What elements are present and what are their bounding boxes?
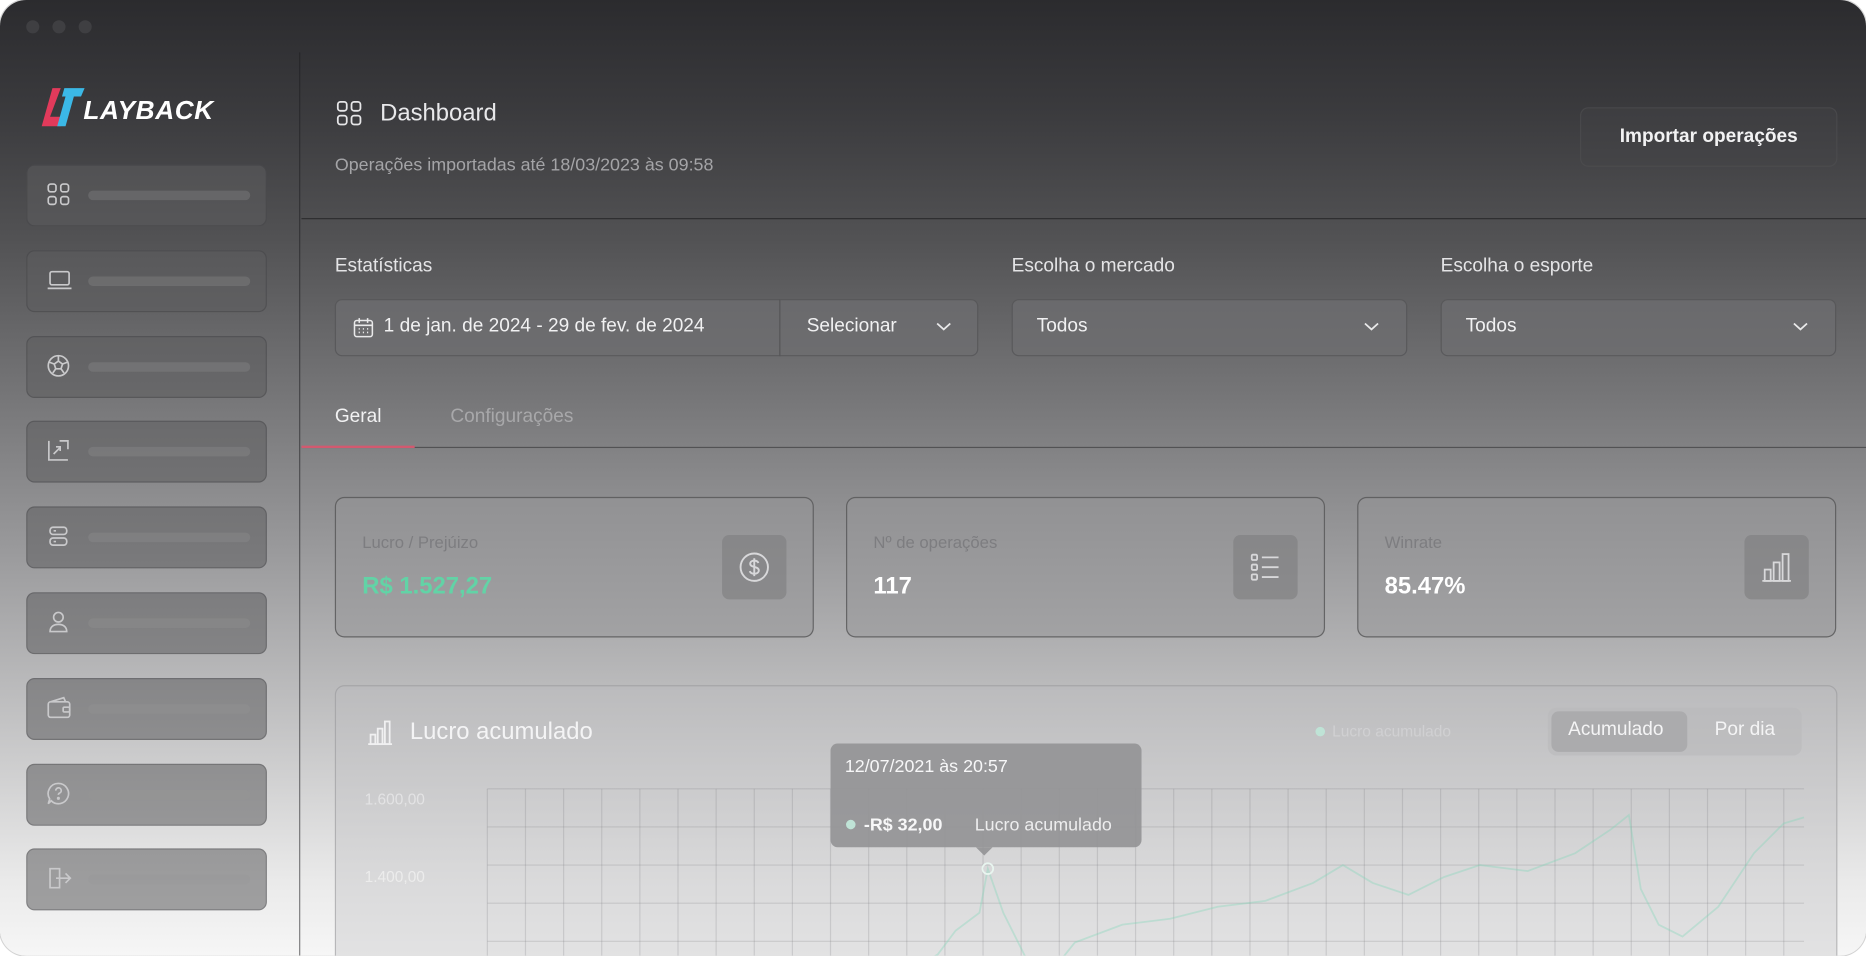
sidebar-item-profile[interactable] [26, 592, 267, 655]
wallet-icon [47, 696, 71, 719]
period-select-value: Selecionar [806, 315, 897, 337]
tooltip-date: 12/07/2021 às 20:57 [844, 756, 1008, 777]
chevron-down-icon [1793, 322, 1808, 331]
active-tab-indicator [301, 445, 415, 449]
stat-label: Nº de operações [873, 532, 998, 552]
server-icon [49, 526, 68, 546]
dashboard-grid-icon [336, 100, 362, 126]
window-minimize-dot[interactable] [52, 20, 66, 34]
date-range-value: 1 de jan. de 2024 - 29 de fev. de 2024 [383, 315, 705, 337]
sidebar: LAYBACK [0, 52, 301, 956]
sidebar-item-placeholder [88, 276, 251, 286]
tabs-divider [301, 446, 1866, 449]
sidebar-item-placeholder [88, 618, 251, 628]
calendar-icon [353, 318, 374, 338]
sidebar-item-server[interactable] [26, 506, 267, 569]
stat-icon-box [1744, 535, 1809, 600]
sidebar-item-reports[interactable] [26, 420, 267, 483]
page-title: Dashboard [380, 100, 497, 127]
header-divider [301, 218, 1866, 220]
stat-value: R$ 1.527,27 [362, 573, 493, 600]
market-select-value: Todos [1036, 315, 1088, 337]
dollar-circle-icon [739, 552, 769, 582]
stat-card-profit: Lucro / Prejúizo R$ 1.527,27 [334, 496, 814, 638]
tooltip-series-name: Lucro acumulado [974, 815, 1112, 836]
sidebar-item-wallet[interactable] [26, 678, 267, 740]
logout-icon [49, 867, 72, 889]
sidebar-item-placeholder [88, 790, 251, 800]
chevron-down-icon [1364, 322, 1379, 331]
statistics-label: Estatísticas [334, 256, 433, 277]
tooltip-value: -R$ 32,00 [863, 815, 943, 836]
sidebar-item-laptop[interactable] [26, 250, 267, 313]
chevron-down-icon [936, 322, 951, 331]
sidebar-item-placeholder [88, 362, 251, 372]
import-status: Operações importadas até 18/03/2023 às 0… [334, 154, 714, 176]
sidebar-item-help[interactable] [26, 763, 267, 826]
stat-label: Winrate [1384, 532, 1443, 552]
tab-general[interactable]: Geral [335, 406, 382, 427]
trending-chart-icon [48, 440, 69, 461]
y-tick-label: 1.400,00 [364, 867, 425, 886]
window-close-dot[interactable] [26, 20, 40, 34]
brand-name: LAYBACK [83, 95, 214, 126]
soccer-ball-icon [47, 354, 70, 377]
tab-settings[interactable]: Configurações [450, 406, 573, 427]
stat-icon-box [722, 535, 787, 600]
laptop-icon [47, 270, 72, 290]
help-icon [47, 782, 70, 805]
user-icon [49, 611, 68, 633]
date-range-picker[interactable]: 1 de jan. de 2024 - 29 de fev. de 2024 [334, 299, 781, 357]
sidebar-item-placeholder [88, 704, 251, 714]
stat-card-winrate: Winrate 85.47% [1357, 496, 1837, 638]
bar-chart-icon [1762, 553, 1791, 582]
window-maximize-dot[interactable] [78, 20, 92, 34]
sport-select[interactable]: Todos [1440, 299, 1837, 357]
app-window: LAYBACK Dashboard Operações importadas a… [0, 0, 1866, 956]
sidebar-item-dashboard[interactable] [26, 164, 267, 227]
sidebar-item-sports[interactable] [26, 336, 267, 398]
stat-icon-box [1233, 535, 1298, 600]
tooltip-series-marker [846, 819, 856, 830]
market-select[interactable]: Todos [1011, 299, 1408, 357]
stat-value: 85.47% [1384, 573, 1466, 600]
stat-label: Lucro / Prejúizo [362, 532, 479, 552]
market-label: Escolha o mercado [1011, 256, 1175, 277]
sport-select-value: Todos [1465, 315, 1517, 337]
sidebar-item-placeholder [88, 446, 251, 457]
grid-icon [47, 183, 70, 206]
sidebar-item-placeholder [88, 874, 251, 885]
sidebar-item-placeholder [88, 532, 251, 543]
stat-value: 117 [873, 573, 912, 600]
import-operations-button[interactable]: Importar operações [1580, 107, 1838, 167]
logo-mark-icon [41, 88, 85, 127]
stat-card-operations: Nº de operações 117 [846, 496, 1326, 638]
y-tick-label: 1.600,00 [364, 790, 425, 808]
chart-grid [486, 788, 1805, 956]
chart-tooltip: 12/07/2021 às 20:57 -R$ 32,00 Lucro acum… [830, 743, 1142, 856]
list-icon [1250, 553, 1279, 581]
sport-label: Escolha o esporte [1440, 256, 1594, 277]
sidebar-item-placeholder [88, 190, 251, 201]
window-titlebar [0, 0, 1866, 52]
period-select[interactable]: Selecionar [779, 299, 979, 357]
sidebar-item-logout[interactable] [26, 848, 267, 911]
